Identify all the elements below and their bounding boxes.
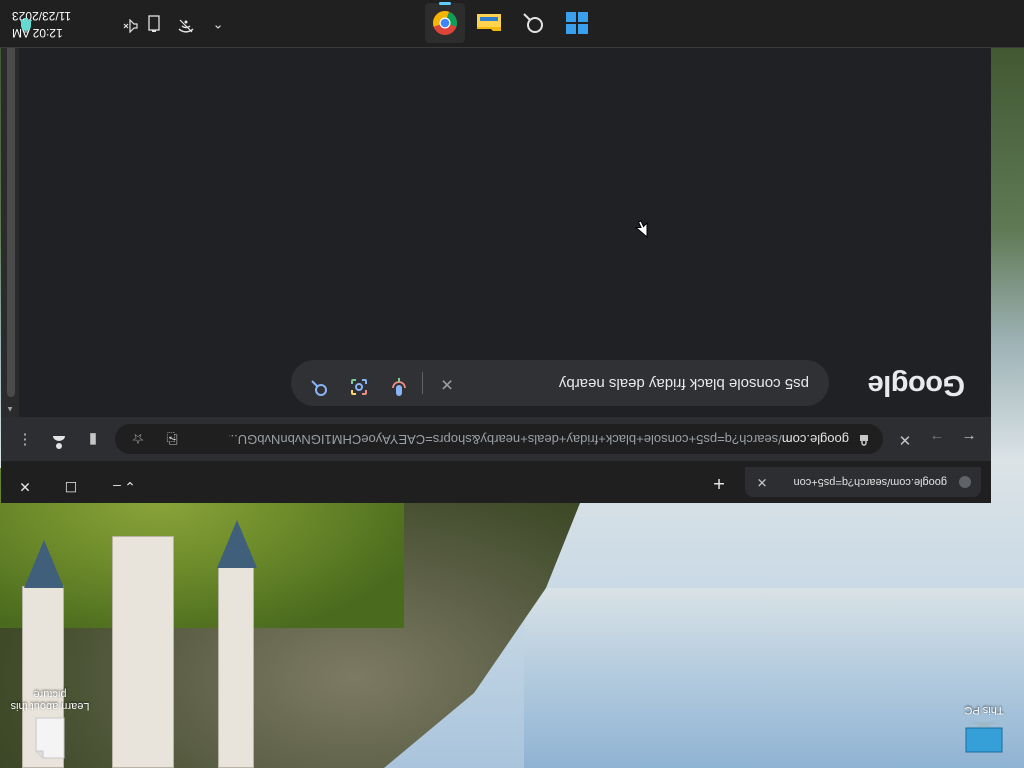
desktop-icon-learn-about-picture[interactable]: Learn about this picture xyxy=(10,688,90,760)
search-divider xyxy=(422,372,423,394)
microphone-icon[interactable] xyxy=(385,369,413,397)
profile-icon[interactable] xyxy=(45,425,73,453)
taskbar-chrome[interactable] xyxy=(425,2,465,43)
url-path: /search?q=ps5+console+black+friday+deals… xyxy=(229,432,782,447)
search-icon xyxy=(523,13,543,33)
tray-chevron-button[interactable]: ⌃ xyxy=(208,13,228,33)
lock-icon xyxy=(857,432,871,446)
page-content: Google ps5 console black friday deals ne… xyxy=(19,0,991,417)
mouse-cursor-icon xyxy=(634,220,648,238)
lens-camera-icon[interactable] xyxy=(345,369,373,397)
scroll-up-arrow[interactable]: ▲ xyxy=(1,401,19,417)
search-box[interactable]: ps5 console black friday deals nearby ✕ xyxy=(291,360,829,406)
search-icon[interactable] xyxy=(305,369,333,397)
back-button[interactable]: ← xyxy=(955,425,983,453)
volume-muted-icon[interactable] xyxy=(120,13,140,34)
search-input[interactable]: ps5 console black friday deals nearby xyxy=(559,360,809,406)
menu-icon[interactable]: ⋮ xyxy=(11,425,39,453)
taskbar: ⌃ 12:02 AM 11/23/2023 xyxy=(0,0,1024,48)
document-icon xyxy=(35,717,65,759)
new-tab-button[interactable]: + xyxy=(705,469,733,497)
monitor-icon xyxy=(965,722,1003,753)
browser-toolbar: ← → ✕ google.com/search?q=ps5+console+bl… xyxy=(1,417,991,461)
page-scrollbar[interactable]: ▲ xyxy=(1,0,19,417)
address-bar[interactable]: google.com/search?q=ps5+console+black+fr… xyxy=(115,424,883,454)
globe-icon xyxy=(959,476,971,488)
desktop-icon-label: This PC xyxy=(964,704,1004,716)
stop-button[interactable]: ✕ xyxy=(891,425,919,453)
chrome-window: google.com/search?q=ps5+con ✕ + ⌄ – ☐ ✕ … xyxy=(1,0,991,503)
folder-icon xyxy=(477,14,501,31)
maximize-button[interactable]: ☐ xyxy=(48,471,94,503)
browser-tab[interactable]: google.com/search?q=ps5+con ✕ xyxy=(745,467,981,497)
active-app-indicator xyxy=(439,2,451,5)
bookmark-star-icon[interactable]: ☆ xyxy=(125,426,151,452)
notification-bell-icon[interactable] xyxy=(16,13,36,33)
taskbar-start-button[interactable] xyxy=(557,3,597,43)
desktop-icon-this-pc[interactable]: This PC xyxy=(944,704,1024,754)
google-logo[interactable]: Google xyxy=(868,368,965,401)
url-text: google.com/search?q=ps5+console+black+fr… xyxy=(229,424,849,454)
taskbar-file-explorer[interactable] xyxy=(469,3,509,43)
network-icon[interactable] xyxy=(176,13,196,33)
side-panel-icon[interactable]: ▮ xyxy=(79,425,107,453)
close-window-button[interactable]: ✕ xyxy=(2,471,48,503)
tab-title: google.com/search?q=ps5+con xyxy=(793,476,948,488)
browser-title-bar: google.com/search?q=ps5+con ✕ + ⌄ – ☐ ✕ xyxy=(1,461,991,503)
chrome-icon xyxy=(433,11,457,35)
battery-icon[interactable] xyxy=(144,13,164,33)
taskbar-search-button[interactable] xyxy=(513,3,553,43)
scroll-thumb[interactable] xyxy=(7,17,15,397)
tab-close-button[interactable]: ✕ xyxy=(755,467,769,497)
google-logo-text: Google xyxy=(868,369,965,401)
clear-search-button[interactable]: ✕ xyxy=(433,369,461,397)
install-app-icon[interactable]: ⎘ xyxy=(159,426,185,452)
url-host: google.com xyxy=(781,432,849,447)
minimize-button[interactable]: – xyxy=(94,471,140,503)
windows-icon xyxy=(566,12,588,34)
desktop-icon-label: Learn about this picture xyxy=(10,688,90,712)
forward-button[interactable]: → xyxy=(923,425,951,453)
